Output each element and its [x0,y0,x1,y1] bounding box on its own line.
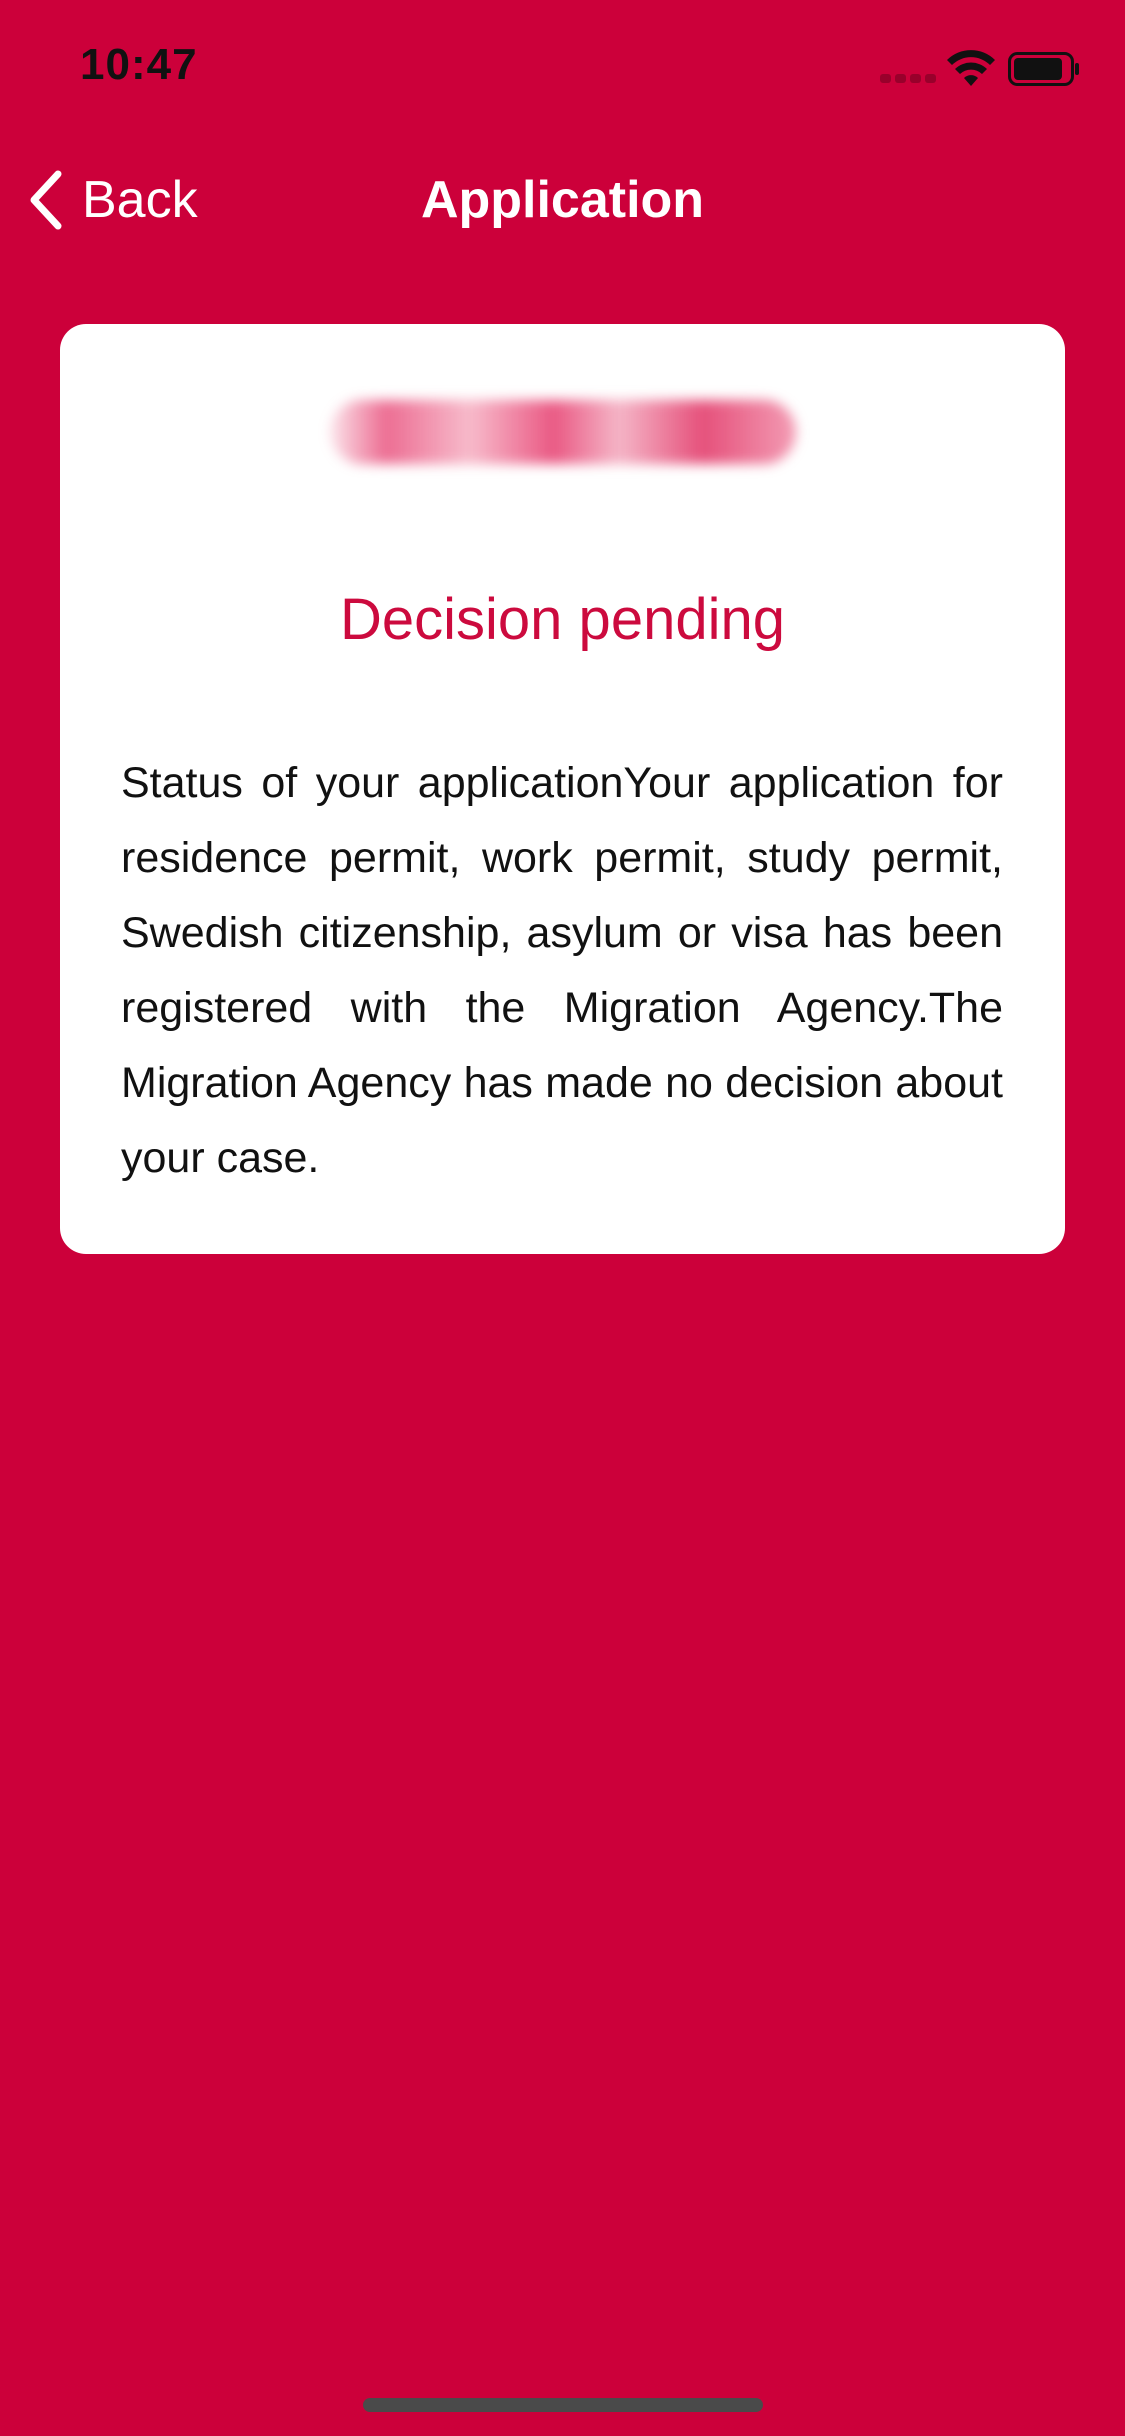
home-indicator[interactable] [363,2398,763,2412]
application-status-description: Status of your applicationYour applicati… [121,759,1003,1182]
status-time: 10:47 [80,40,198,89]
page-title: Application [420,171,705,229]
wifi-icon [947,50,995,86]
decision-status-title: Decision pending [340,587,785,652]
signal-dots-icon [880,74,936,84]
application-card: Decision pending Status of your applicat… [60,324,1065,1254]
status-bar: 10:47 [0,0,1125,132]
battery-icon [1008,52,1079,86]
nav-bar: Back Application [0,150,1125,250]
redacted-name [330,400,796,464]
